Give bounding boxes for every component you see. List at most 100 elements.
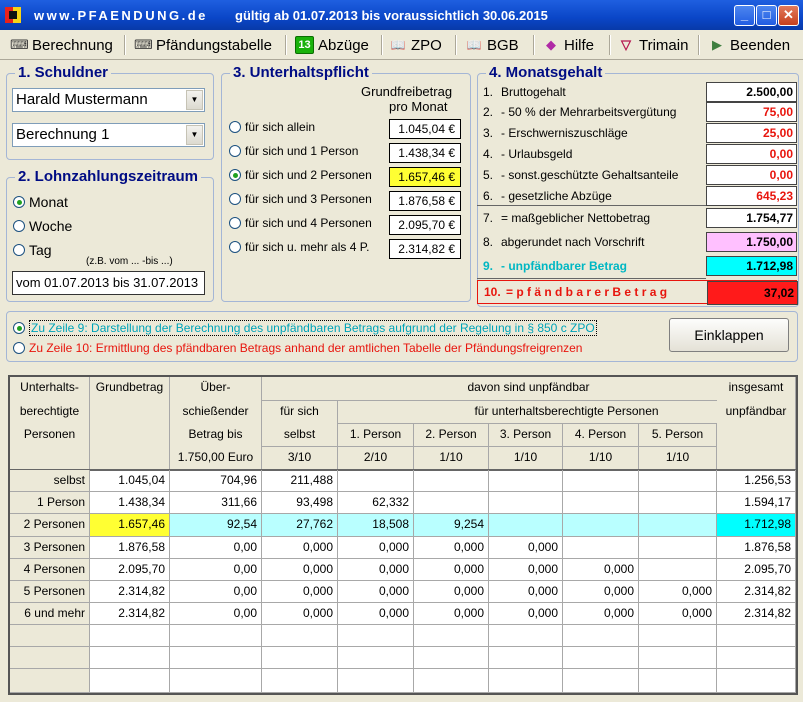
- unterhalt-radio[interactable]: für sich und 3 Personen: [229, 192, 372, 206]
- grid-cell-person: 0,000: [639, 581, 717, 603]
- grid-cell-empty: [717, 647, 796, 669]
- freibetrag-header-line1: Grundfreibetrag: [361, 84, 453, 99]
- radio-icon[interactable]: [229, 241, 241, 253]
- salary-row-text: = maßgeblicher Nettobetrag: [501, 211, 651, 225]
- grid-header-person-fraction: 2/10: [338, 447, 414, 470]
- salary-row-value: 2.500,00: [706, 82, 797, 102]
- grid-cell-person: [639, 537, 717, 559]
- close-button[interactable]: ✕: [778, 5, 799, 26]
- toolbar-berechnung-button[interactable]: ⌨ Berechnung: [10, 33, 113, 57]
- grid-row-label-empty: [10, 625, 90, 647]
- grid-cell-grundbetrag: 2.314,82: [90, 603, 170, 625]
- grid-cell-empty: [170, 647, 262, 669]
- grid-header-person-fraction: 1/10: [639, 447, 717, 470]
- salary-row-value: 1.712,98: [706, 256, 797, 276]
- toolbar-zpo-button[interactable]: 📖 ZPO: [389, 33, 442, 57]
- calculation-select[interactable]: Berechnung 1 ▼: [12, 123, 205, 147]
- radio-icon[interactable]: [229, 145, 241, 157]
- grid-cell-grundbetrag: 1.657,46: [90, 514, 170, 537]
- grid-cell-person: [489, 492, 563, 514]
- toolbar-separator: [455, 35, 457, 55]
- salary-row-label: 5. - sonst.geschützte Gehaltsanteile: [483, 168, 678, 182]
- salary-row-text: - unpfändbarer Betrag: [501, 259, 628, 273]
- radio-icon[interactable]: [229, 217, 241, 229]
- toolbar-pfaendungstabelle-button[interactable]: ⌨ Pfändungstabelle: [134, 33, 272, 57]
- salary-table: 1. Bruttogehalt 2.500,00 2. - 50 % der Mehra…: [477, 82, 798, 306]
- radio-icon[interactable]: [13, 220, 25, 232]
- salary-row: 6. - gesetzliche Abzüge 645,23: [477, 186, 797, 206]
- unterhalt-radio[interactable]: für sich und 4 Personen: [229, 216, 372, 230]
- salary-row-text: - gesetzliche Abzüge: [501, 189, 612, 203]
- period-radio-woche[interactable]: Woche: [13, 218, 72, 234]
- grid-cell-ueberschiessend: 92,54: [170, 514, 262, 537]
- unterhalt-radio[interactable]: für sich u. mehr als 4 P.: [229, 240, 370, 254]
- salary-row-label: 6. - gesetzliche Abzüge: [483, 189, 612, 203]
- grid-cell-empty: [338, 647, 414, 669]
- maximize-icon: □: [762, 7, 771, 22]
- salary-row-value: 75,00: [706, 102, 797, 122]
- radio-icon[interactable]: [13, 244, 25, 256]
- unterhalt-title: 3. Unterhaltspflicht: [230, 64, 372, 81]
- maximize-button[interactable]: □: [756, 5, 777, 26]
- grid-cell-person: [563, 537, 639, 559]
- radio-selected-icon[interactable]: [229, 169, 241, 181]
- grid-cell-empty: [90, 625, 170, 647]
- grid-row-label: 2 Personen: [10, 514, 90, 537]
- chevron-down-icon[interactable]: ▼: [186, 90, 203, 110]
- grid-cell-person: 0,000: [414, 537, 489, 559]
- toolbar-bgb-button[interactable]: 📖 BGB: [465, 33, 519, 57]
- freibetrag-value: 2.314,82 €: [389, 239, 461, 259]
- salary-row: 4. - Urlaubsgeld 0,00: [477, 144, 797, 164]
- radio-icon[interactable]: [13, 342, 25, 354]
- period-hint: (z.B. vom ... -bis ...): [86, 256, 173, 267]
- monatsgehalt-title: 4. Monatsgehalt: [486, 64, 606, 81]
- grid-cell-ueberschiessend: 0,00: [170, 603, 262, 625]
- salary-row: 7. = maßgeblicher Nettobetrag 1.754,77: [477, 208, 797, 228]
- toolbar-separator: [124, 35, 126, 55]
- toolbar-label: Hilfe: [564, 36, 595, 54]
- grid-cell-empty: [639, 647, 717, 669]
- period-input[interactable]: vom 01.07.2013 bis 31.07.2013: [12, 271, 205, 295]
- grid-cell-total: 2.095,70: [717, 559, 796, 581]
- chevron-down-icon[interactable]: ▼: [186, 125, 203, 145]
- period-radio-monat[interactable]: Monat: [13, 194, 68, 210]
- toolbar-beenden-button[interactable]: ▶ Beenden: [708, 33, 790, 57]
- radio-icon[interactable]: [229, 193, 241, 205]
- toolbar-trimain-button[interactable]: ▽ Trimain: [617, 33, 688, 57]
- pfaendung-grid[interactable]: Unterhalts-berechtigte Personen Grundbetra…: [8, 375, 798, 695]
- minimize-button[interactable]: _: [734, 5, 755, 26]
- freibetrag-header-line2: pro Monat: [389, 99, 448, 114]
- grid-header-selbst: 3/10: [262, 447, 338, 470]
- radio-selected-icon[interactable]: [13, 322, 25, 334]
- toolbar-separator: [533, 35, 535, 55]
- toolbar-hilfe-button[interactable]: ◆ Hilfe: [542, 33, 594, 57]
- toolbar-separator: [285, 35, 287, 55]
- radio-icon[interactable]: [229, 121, 241, 133]
- salary-row-number: 4.: [483, 147, 494, 161]
- grid-header-person: 5. Person: [639, 424, 717, 447]
- grid-cell-total: 2.314,82: [717, 581, 796, 603]
- period-radio-tag[interactable]: Tag: [13, 242, 52, 258]
- explain-radio-line10[interactable]: Zu Zeile 10: Ermittlung des pfändbaren B…: [13, 341, 582, 355]
- radio-selected-icon[interactable]: [13, 196, 25, 208]
- explain-radio-line9[interactable]: Zu Zeile 9: Darstellung der Berechnung d…: [13, 320, 597, 336]
- grid-cell-total: 1.594,17: [717, 492, 796, 514]
- grid-cell-person: [414, 492, 489, 514]
- salary-row-label: 1. Bruttogehalt: [483, 85, 566, 99]
- title-bar[interactable]: www.PFAENDUNG.de gültig ab 01.07.2013 bi…: [0, 0, 803, 30]
- grid-cell-total: 2.314,82: [717, 603, 796, 625]
- grid-header-person-fraction: 1/10: [414, 447, 489, 470]
- salary-row-value: 645,23: [706, 186, 797, 206]
- toolbar-abzuege-button[interactable]: 13 Abzüge: [295, 33, 369, 57]
- schuldner-name-select[interactable]: Harald Mustermann ▼: [12, 88, 205, 112]
- unterhalt-radio[interactable]: für sich allein: [229, 120, 315, 134]
- grid-cell-selbst: 211,488: [262, 470, 338, 492]
- unterhalt-option-label: für sich und 1 Person: [245, 144, 359, 158]
- salary-row: 3. - Erschwerniszuschläge 25,00: [477, 123, 797, 143]
- collapse-button[interactable]: Einklappen: [669, 318, 789, 352]
- salary-row-label: 9. - unpfändbarer Betrag: [483, 259, 627, 273]
- grid-cell-person: 0,000: [489, 537, 563, 559]
- unterhalt-radio[interactable]: für sich und 1 Person: [229, 144, 358, 158]
- grid-cell-grundbetrag: 1.876,58: [90, 537, 170, 559]
- unterhalt-radio[interactable]: für sich und 2 Personen: [229, 168, 372, 182]
